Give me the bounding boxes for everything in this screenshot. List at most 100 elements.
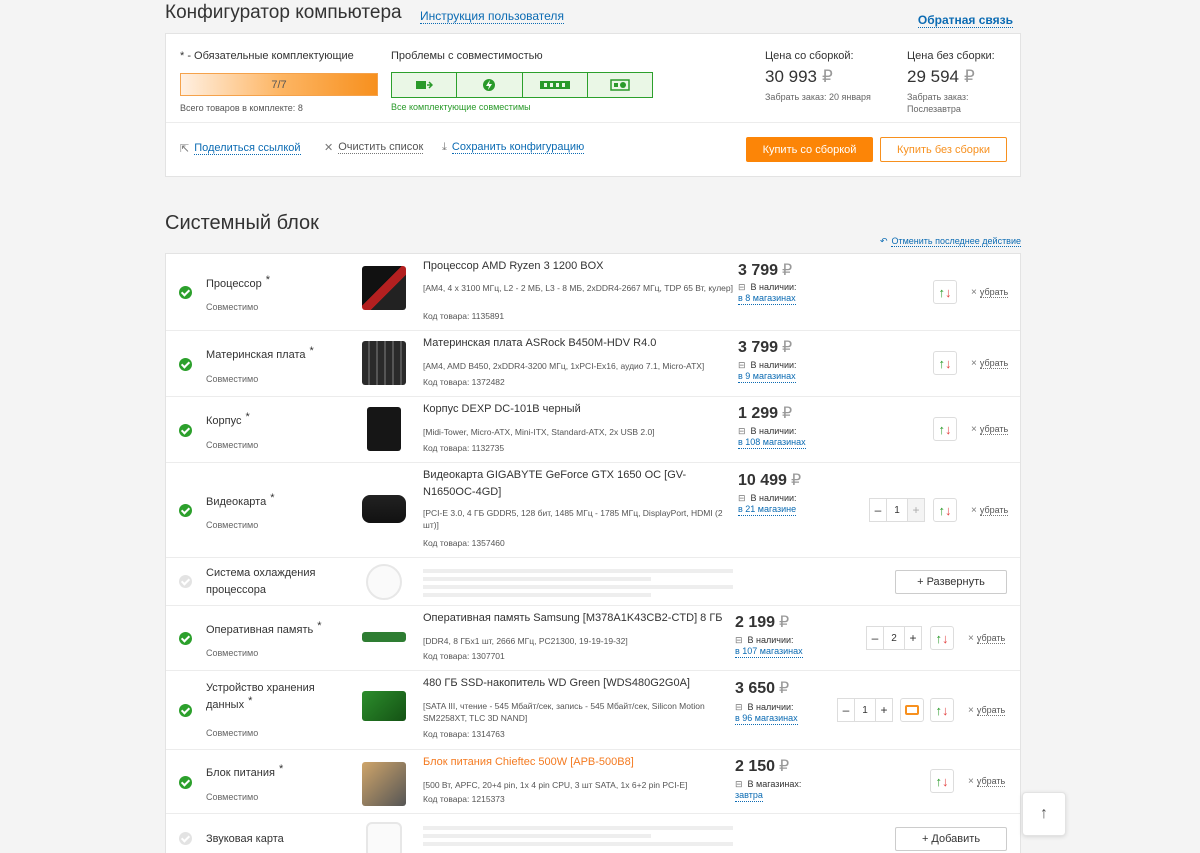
product-name[interactable]: Видеокарта GIGABYTE GeForce GTX 1650 OC … bbox=[423, 467, 731, 501]
ram-icon[interactable] bbox=[523, 73, 588, 97]
power-icon[interactable] bbox=[457, 73, 523, 97]
placeholder-line bbox=[423, 585, 733, 589]
add-button[interactable]: + Добавить bbox=[895, 827, 1007, 851]
product-code: Код товара: 1215373 bbox=[423, 794, 505, 804]
swap-button[interactable]: ↑ ↓ bbox=[930, 626, 954, 650]
scroll-to-top-button[interactable]: ↑ bbox=[1022, 792, 1066, 836]
category-label: Материнская плата * bbox=[206, 345, 314, 361]
undo-label[interactable]: Отменить последнее действие bbox=[891, 236, 1021, 247]
stores-link[interactable]: завтра bbox=[735, 790, 763, 802]
component-row-gpu: Видеокарта * Совместимо Видеокарта GIGABY… bbox=[166, 463, 1020, 558]
quantity-stepper[interactable]: – 1 + bbox=[837, 698, 893, 722]
user-guide-link[interactable]: Инструкция пользователя bbox=[420, 9, 564, 24]
check-placeholder-icon bbox=[179, 575, 192, 588]
swap-button[interactable]: ↑ ↓ bbox=[933, 498, 957, 522]
decrease-button[interactable]: – bbox=[869, 498, 887, 522]
component-list: Процессор * Совместимо Процессор AMD Ryze… bbox=[165, 253, 1021, 853]
stock-info: ⊟ В наличии: в 9 магазинах bbox=[738, 360, 797, 383]
save-config-action[interactable]: ⤓ Сохранить конфигурацию bbox=[442, 141, 585, 154]
stock-info: ⊟ В наличии: в 108 магазинах bbox=[738, 426, 806, 449]
product-name[interactable]: Оперативная память Samsung [M378A1K43CB2… bbox=[423, 610, 723, 627]
remove-button[interactable]: × убрать bbox=[971, 287, 1009, 298]
motherboard-icon[interactable] bbox=[392, 73, 458, 97]
buy-with-build-button[interactable]: Купить со сборкой bbox=[746, 137, 873, 162]
product-name[interactable]: Блок питания Chieftec 500W [APB-500B8] bbox=[423, 754, 634, 771]
stores-link[interactable]: в 107 магазинах bbox=[735, 646, 803, 658]
product-image[interactable] bbox=[362, 762, 406, 806]
product-name[interactable]: Процессор AMD Ryzen 3 1200 BOX bbox=[423, 258, 604, 275]
product-image[interactable] bbox=[362, 495, 406, 523]
ruble-icon: ₽ bbox=[822, 67, 833, 86]
stores-link[interactable]: в 9 магазинах bbox=[738, 371, 796, 383]
product-image[interactable] bbox=[362, 691, 406, 721]
increase-button[interactable]: + bbox=[875, 698, 893, 722]
product-price: 10 499 ₽ bbox=[738, 472, 802, 489]
share-link-label[interactable]: Поделиться ссылкой bbox=[194, 142, 301, 155]
buy-without-build-button[interactable]: Купить без сборки bbox=[880, 137, 1007, 162]
product-name[interactable]: 480 ГБ SSD-накопитель WD Green [WDS480G2… bbox=[423, 675, 690, 692]
product-image[interactable] bbox=[367, 407, 401, 451]
summary-card: * - Обязательные комплектующие 7/7 Всего… bbox=[165, 33, 1021, 177]
stores-link[interactable]: в 8 магазинах bbox=[738, 293, 796, 305]
product-price: 1 299 ₽ bbox=[738, 405, 793, 422]
price-without-build: Цена без сборки: 29 594 ₽ Забрать заказ: … bbox=[907, 50, 997, 115]
undo-action[interactable]: ↶ Отменить последнее действие bbox=[880, 236, 1021, 247]
product-image[interactable] bbox=[362, 632, 406, 642]
quantity-stepper[interactable]: – 2 + bbox=[866, 626, 922, 650]
compat-status: Все комплектующие совместимы bbox=[391, 102, 531, 112]
expand-button[interactable]: + Развернуть bbox=[895, 570, 1007, 594]
quantity-value[interactable]: 1 bbox=[887, 498, 907, 522]
gpu-icon[interactable] bbox=[588, 73, 652, 97]
stores-link[interactable]: в 108 магазинах bbox=[738, 437, 806, 449]
quantity-value[interactable]: 1 bbox=[855, 698, 875, 722]
product-image[interactable] bbox=[362, 341, 406, 385]
product-code: Код товара: 1135891 bbox=[423, 311, 505, 321]
increase-button[interactable]: + bbox=[907, 498, 925, 522]
product-image[interactable] bbox=[362, 266, 406, 310]
swap-button[interactable]: ↑ ↓ bbox=[930, 698, 954, 722]
remove-button[interactable]: × убрать bbox=[968, 776, 1006, 787]
remove-button[interactable]: × убрать bbox=[971, 358, 1009, 369]
product-code: Код товара: 1357460 bbox=[423, 538, 505, 548]
price-with-build-value: 30 993 bbox=[765, 67, 817, 86]
product-name[interactable]: Материнская плата ASRock B450M-HDV R4.0 bbox=[423, 335, 656, 352]
fan-icon bbox=[366, 564, 402, 600]
compat-icons bbox=[391, 72, 653, 98]
swap-button[interactable]: ↑ ↓ bbox=[933, 417, 957, 441]
stock-info: ⊟ В наличии: в 96 магазинах bbox=[735, 702, 798, 725]
component-row-storage: Устройство хранения данных * Совместимо 4… bbox=[166, 671, 1020, 750]
remove-button[interactable]: × убрать bbox=[968, 705, 1006, 716]
decrease-button[interactable]: – bbox=[866, 626, 884, 650]
category-label: Блок питания * bbox=[206, 763, 284, 779]
check-placeholder-icon bbox=[179, 832, 192, 845]
share-link-action[interactable]: ⇱ Поделиться ссылкой bbox=[180, 142, 301, 155]
remove-button[interactable]: × убрать bbox=[971, 424, 1009, 435]
price-with-build-label: Цена со сборкой: bbox=[765, 50, 854, 62]
stores-link[interactable]: в 21 магазине bbox=[738, 504, 797, 516]
product-specs: [SATA III, чтение - 545 Мбайт/сек, запис… bbox=[423, 701, 705, 723]
arrow-down-icon: ↓ bbox=[942, 630, 949, 646]
ruble-icon: ₽ bbox=[782, 262, 793, 279]
remove-button[interactable]: × убрать bbox=[971, 505, 1009, 516]
category-label: Корпус * bbox=[206, 411, 250, 427]
ruble-icon: ₽ bbox=[779, 680, 790, 697]
clear-list-action[interactable]: ✕ Очистить список bbox=[324, 141, 424, 154]
clear-list-label[interactable]: Очистить список bbox=[338, 141, 424, 154]
stores-link[interactable]: в 96 магазинах bbox=[735, 713, 798, 725]
configure-icon[interactable] bbox=[900, 698, 924, 722]
swap-button[interactable]: ↑ ↓ bbox=[933, 280, 957, 304]
quantity-value[interactable]: 2 bbox=[884, 626, 904, 650]
remove-button[interactable]: × убрать bbox=[968, 633, 1006, 644]
feedback-link[interactable]: Обратная связь bbox=[917, 13, 1013, 28]
swap-button[interactable]: ↑ ↓ bbox=[930, 769, 954, 793]
increase-button[interactable]: + bbox=[904, 626, 922, 650]
category-label: Устройство хранения данных * bbox=[206, 682, 315, 711]
swap-button[interactable]: ↑ ↓ bbox=[933, 351, 957, 375]
stock-info: ⊟ В наличии: в 8 магазинах bbox=[738, 282, 797, 305]
product-name[interactable]: Корпус DEXP DC-101B черный bbox=[423, 401, 581, 418]
save-config-label[interactable]: Сохранить конфигурацию bbox=[451, 141, 585, 154]
quantity-stepper[interactable]: – 1 + bbox=[869, 498, 925, 522]
compatible-check-icon bbox=[179, 358, 192, 371]
compatible-check-icon bbox=[179, 704, 192, 717]
decrease-button[interactable]: – bbox=[837, 698, 855, 722]
